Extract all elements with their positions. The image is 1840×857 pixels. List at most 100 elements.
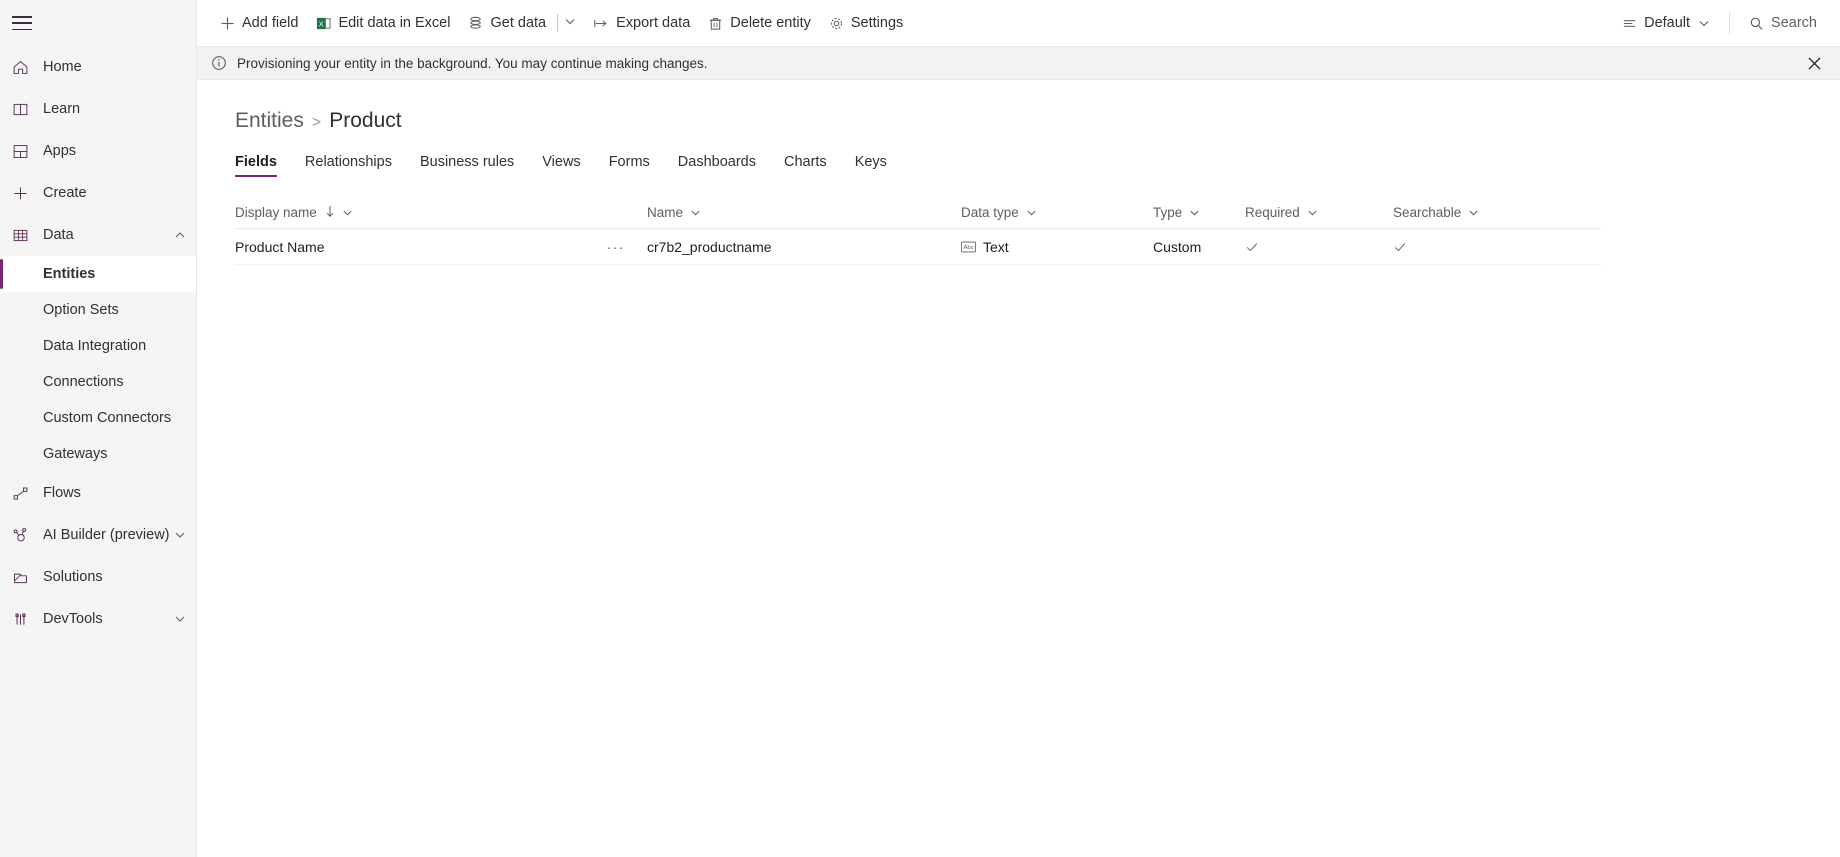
tab-label: Views <box>542 154 581 170</box>
view-selector-button[interactable]: Default <box>1613 4 1719 42</box>
add-field-button[interactable]: Add field <box>211 4 307 42</box>
column-header-type-button[interactable]: Type <box>1153 197 1245 229</box>
chevron-down-icon[interactable] <box>174 529 186 541</box>
trash-icon <box>708 16 723 31</box>
column-header-display-name[interactable]: Display name <box>235 197 647 229</box>
sidebar-item-gateways[interactable]: Gateways <box>0 436 196 472</box>
sidebar-item-label: Entities <box>43 266 96 282</box>
field-type: Custom <box>1153 238 1202 255</box>
tab-label: Keys <box>854 154 887 170</box>
column-header-required[interactable]: Required <box>1245 197 1393 229</box>
get-data-button[interactable]: Get data <box>459 4 555 42</box>
chevron-down-icon <box>690 207 701 218</box>
cell-required <box>1245 240 1393 254</box>
sidebar-item-custom-connectors[interactable]: Custom Connectors <box>0 400 196 436</box>
edit-data-in-excel-button[interactable]: X Edit data in Excel <box>307 4 459 42</box>
sidebar-item-solutions[interactable]: Solutions <box>0 556 196 598</box>
breadcrumb-entities-link[interactable]: Entities <box>235 109 304 133</box>
cell-data-type: Abc Text <box>961 239 1153 255</box>
sidebar-item-data[interactable]: Data <box>0 214 196 256</box>
cell-name: cr7b2_productname <box>647 239 961 255</box>
export-data-label: Export data <box>616 15 691 31</box>
column-header-name[interactable]: Name <box>647 197 961 229</box>
sidebar-item-label: Option Sets <box>43 302 119 318</box>
column-header-name-button[interactable]: Name <box>647 197 961 229</box>
hamburger-icon <box>12 16 32 30</box>
export-data-button[interactable]: Export data <box>584 4 699 42</box>
sidebar-item-label: Data Integration <box>43 338 147 354</box>
tab-bar: Fields Relationships Business rules View… <box>235 147 1806 177</box>
table-row[interactable]: Product Name ··· cr7b2_productname Abc T… <box>235 229 1601 265</box>
checkmark-icon <box>1393 240 1543 254</box>
chevron-down-icon <box>1698 17 1710 29</box>
tab-charts[interactable]: Charts <box>784 154 827 177</box>
tab-views[interactable]: Views <box>542 154 580 177</box>
settings-button[interactable]: Settings <box>820 4 912 42</box>
search-button[interactable]: Search <box>1740 4 1826 42</box>
sidebar-item-home[interactable]: Home <box>0 46 196 88</box>
column-header-type[interactable]: Type <box>1153 197 1245 229</box>
column-header-searchable[interactable]: Searchable <box>1393 197 1543 229</box>
tab-label: Business rules <box>419 154 515 170</box>
export-icon <box>593 16 609 31</box>
close-icon[interactable] <box>1800 49 1828 77</box>
get-data-dropdown-button[interactable] <box>560 4 584 42</box>
tab-label: Charts <box>783 154 827 170</box>
checkmark-icon <box>1245 240 1393 254</box>
sidebar-item-devtools[interactable]: DevTools <box>0 598 196 640</box>
sidebar-item-entities[interactable]: Entities <box>0 256 196 292</box>
field-logical-name: cr7b2_productname <box>647 238 772 255</box>
tab-label: Relationships <box>304 154 392 170</box>
column-header-display-name-button[interactable]: Display name <box>235 197 359 229</box>
devtools-icon <box>12 611 38 628</box>
notification-message: Provisioning your entity in the backgrou… <box>237 55 708 71</box>
breadcrumb-separator: > <box>311 114 322 131</box>
tab-label: Dashboards <box>677 154 756 170</box>
home-icon <box>12 59 38 76</box>
settings-label: Settings <box>850 15 904 31</box>
chevron-down-icon <box>1307 207 1318 218</box>
info-icon <box>211 55 227 71</box>
tab-fields[interactable]: Fields <box>235 154 277 177</box>
tab-business-rules[interactable]: Business rules <box>420 154 514 177</box>
sidebar-item-learn[interactable]: Learn <box>0 88 196 130</box>
chevron-down-icon <box>1026 207 1037 218</box>
delete-entity-button[interactable]: Delete entity <box>699 4 820 42</box>
svg-text:Abc: Abc <box>963 245 973 251</box>
chevron-up-icon[interactable] <box>174 229 186 241</box>
column-header-searchable-button[interactable]: Searchable <box>1393 197 1543 229</box>
sidebar-item-label: Connections <box>43 374 124 390</box>
tab-forms[interactable]: Forms <box>609 154 650 177</box>
sidebar-item-data-integration[interactable]: Data Integration <box>0 328 196 364</box>
solutions-icon <box>12 569 38 586</box>
svg-text:X: X <box>319 19 324 28</box>
get-data-label: Get data <box>490 15 547 31</box>
hamburger-menu-button[interactable] <box>0 0 196 46</box>
sidebar-item-label: Create <box>43 185 87 201</box>
powerapps-entity-page: Home Learn Apps Create Data Entities Opt… <box>0 0 1840 857</box>
sidebar-item-connections[interactable]: Connections <box>0 364 196 400</box>
tab-label: Forms <box>608 154 650 170</box>
divider <box>1729 12 1731 34</box>
sidebar-item-option-sets[interactable]: Option Sets <box>0 292 196 328</box>
column-header-label: Display name <box>235 205 317 220</box>
column-header-required-button[interactable]: Required <box>1245 197 1393 229</box>
column-header-label: Required <box>1245 205 1300 220</box>
sidebar-item-create[interactable]: Create <box>0 172 196 214</box>
sidebar-item-apps[interactable]: Apps <box>0 130 196 172</box>
sidebar-item-flows[interactable]: Flows <box>0 472 196 514</box>
chevron-down-icon <box>342 207 353 218</box>
row-overflow-menu-button[interactable]: ··· <box>607 239 648 255</box>
sort-ascending-icon <box>325 205 335 221</box>
tab-dashboards[interactable]: Dashboards <box>678 154 756 177</box>
column-header-data-type-button[interactable]: Data type <box>961 197 1043 229</box>
sidebar-item-label: DevTools <box>43 611 103 627</box>
chevron-down-icon[interactable] <box>174 613 186 625</box>
column-header-data-type[interactable]: Data type <box>961 197 1153 229</box>
main-area: Add field X Edit data in Excel Get data <box>197 0 1840 857</box>
tab-relationships[interactable]: Relationships <box>305 154 392 177</box>
chevron-down-icon <box>1189 207 1200 218</box>
sidebar-item-ai-builder[interactable]: AI Builder (preview) <box>0 514 196 556</box>
tab-keys[interactable]: Keys <box>855 154 887 177</box>
content-area: Entities > Product Fields Relationships … <box>197 80 1840 857</box>
